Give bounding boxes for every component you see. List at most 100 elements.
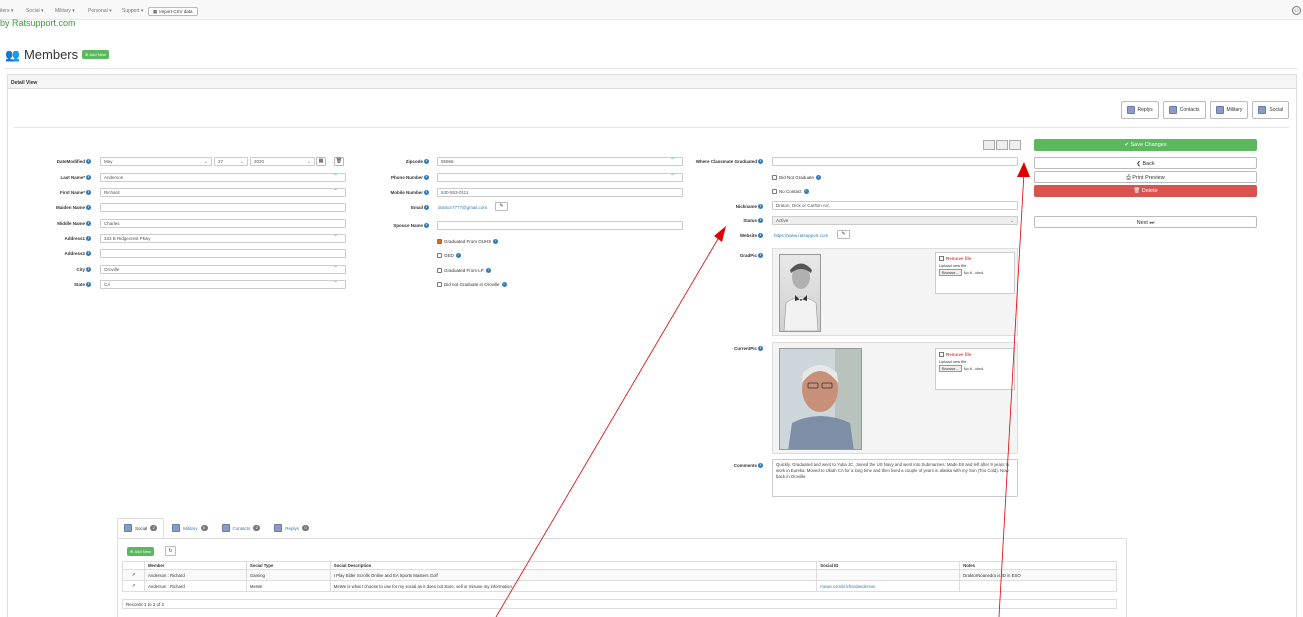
column-header-social-description[interactable]: Social Description <box>329 561 818 570</box>
print-preview-button[interactable]: ⎙ Print Preview <box>1034 171 1257 183</box>
info-icon: i <box>424 190 429 196</box>
graduated-ouhs-checkbox[interactable]: Graduated From OUHS i <box>437 239 499 244</box>
first-name-label: First Name* i <box>20 190 91 196</box>
info-icon: i <box>758 463 763 469</box>
middle-name-input[interactable]: Charles <box>100 219 346 228</box>
no-file-label: No fi...cted. <box>963 366 984 371</box>
back-button[interactable]: ❮ Back <box>1034 157 1257 169</box>
where-graduated-input[interactable] <box>772 157 1018 166</box>
tab-replys[interactable]: Replys 0 <box>268 518 315 538</box>
count-badge: 2 <box>150 525 158 531</box>
layout-two-column-icon[interactable] <box>996 140 1008 150</box>
info-icon: i <box>816 175 822 180</box>
social-label: Social <box>1269 107 1283 113</box>
address2-input[interactable] <box>100 249 346 258</box>
checkbox-icon <box>772 175 777 180</box>
column-header-social-id[interactable]: Social ID <box>816 561 961 570</box>
year-select[interactable]: 2020 ⌄ <box>250 157 315 166</box>
address1-input[interactable]: 333 B Ridgecrest Pkwy ⌃ <box>100 234 346 243</box>
tab-contacts[interactable]: Contacts 2 <box>216 518 267 538</box>
nav-menu-military[interactable]: Military ▾ <box>55 8 75 14</box>
check-icon: ✔ <box>1124 142 1129 148</box>
replys-label: Replys <box>1137 107 1153 113</box>
open-record-icon[interactable]: ↗ <box>122 569 145 581</box>
column-header-member[interactable]: Member <box>143 561 247 570</box>
edit-email-button[interactable]: ✎ <box>495 202 508 211</box>
notes-cell: DraktorNoanedra is ID in ESO <box>959 569 1117 581</box>
state-label: State i <box>20 282 91 288</box>
spouse-label: Spouce Name i <box>340 223 429 229</box>
social-id-link[interactable]: mewe.com/i/richardanderson <box>816 580 961 592</box>
mobile-label: Mobile Number i <box>340 190 429 196</box>
day-select[interactable]: 27 ⌄ <box>214 157 248 166</box>
phone-input[interactable]: ⌃ <box>437 173 683 182</box>
city-input[interactable]: Oroville ⌃ <box>100 265 346 274</box>
book-icon <box>221 524 230 532</box>
month-select[interactable]: May ⌄ <box>100 157 212 166</box>
did-not-graduate-checkbox[interactable]: Did Not Graduate i <box>772 175 822 180</box>
current-photo <box>779 348 862 450</box>
column-header-notes[interactable]: Notes <box>959 561 1117 570</box>
contacts-button[interactable]: Contacts <box>1162 101 1206 119</box>
column-header-social-type[interactable]: Social Type <box>245 561 331 570</box>
nickname-input[interactable]: Draton, Dick or Carlton Arc <box>772 201 1018 210</box>
ged-checkbox[interactable]: GED i <box>437 253 461 258</box>
comments-textarea[interactable]: Quickly. Graduated and went to Yuba JC. … <box>772 459 1018 497</box>
trash-icon: 🗑 <box>1133 188 1141 194</box>
maiden-name-input[interactable] <box>100 203 346 212</box>
layout-three-column-icon[interactable] <box>1009 140 1021 150</box>
social-button[interactable]: Social <box>1252 101 1289 119</box>
state-input[interactable]: CA ⌃ <box>100 280 346 289</box>
site-link[interactable]: by Ratsupport.com <box>0 18 76 28</box>
email-link[interactable]: dratsor7777@gmail.com <box>438 205 487 210</box>
open-record-icon[interactable]: ↗ <box>122 580 145 592</box>
calendar-button[interactable]: ▦ <box>316 157 326 166</box>
zipcode-input[interactable]: 95966 ⌃ <box>437 157 683 166</box>
status-select[interactable]: Active ⌄ <box>772 216 1018 225</box>
layout-one-column-icon[interactable] <box>983 140 995 150</box>
remove-currentpic-checkbox[interactable]: Remove file <box>939 352 1011 357</box>
graduated-lp-checkbox[interactable]: Graduated From LP i <box>437 268 491 273</box>
add-new-member-button[interactable]: ⊕ Add New <box>82 50 109 59</box>
add-social-button[interactable]: ⊕ Add New <box>127 547 154 556</box>
browse-gradpic-button[interactable]: Browse... <box>939 269 962 276</box>
delete-button[interactable]: 🗑 Delete <box>1034 185 1257 197</box>
import-csv-button[interactable]: ▦ Import CSV data <box>148 7 198 16</box>
gradpic-label: GradPic i <box>660 253 763 259</box>
remove-gradpic-checkbox[interactable]: Remove file <box>939 256 1011 261</box>
next-button[interactable]: Next ⏭ <box>1034 216 1257 228</box>
plus-icon: ⊕ <box>85 52 89 57</box>
column-header <box>122 561 145 570</box>
plus-icon: ⊕ <box>130 549 134 554</box>
tab-social[interactable]: Social 2 <box>117 518 165 538</box>
info-icon: i <box>758 346 763 352</box>
member-cell: Anderson : Richard <box>143 569 247 581</box>
refresh-button[interactable]: ↻ <box>165 546 176 556</box>
last-name-input[interactable]: Anderson ⌃ <box>100 173 346 182</box>
import-csv-label: Import CSV data <box>159 9 193 14</box>
mobile-input[interactable]: 530-553-0111 <box>437 188 683 197</box>
pencil-icon: ✎ <box>499 203 504 209</box>
nav-menu-personal[interactable]: Personal ▾ <box>88 8 112 14</box>
checkbox-icon <box>437 253 442 258</box>
no-contact-checkbox[interactable]: No Contact i <box>772 189 809 194</box>
address1-label: Address1 i <box>20 236 91 242</box>
military-button[interactable]: Military <box>1209 101 1249 119</box>
not-graduate-oroville-checkbox[interactable]: Did not Graduate in Oroville i <box>437 282 507 287</box>
edit-website-button[interactable]: ✎ <box>837 230 850 239</box>
user-icon[interactable]: ⚇ <box>1292 6 1301 15</box>
nav-menu-iters[interactable]: iters ▾ <box>0 8 13 14</box>
nav-menu-social[interactable]: Social ▾ <box>26 8 44 14</box>
info-icon: i <box>455 253 461 258</box>
website-link[interactable]: https://www.ratsupport.com <box>774 233 828 238</box>
info-icon: i <box>424 159 429 165</box>
spouse-input[interactable] <box>437 221 683 230</box>
first-name-input[interactable]: Richard ⌃ <box>100 188 346 197</box>
tab-military[interactable]: Military 0 <box>166 518 213 538</box>
nav-menu-support[interactable]: Support ▾ <box>122 8 143 14</box>
add-new-label: Add New <box>89 52 106 57</box>
replys-button[interactable]: Replys <box>1120 101 1159 119</box>
count-badge: 2 <box>253 525 261 531</box>
save-changes-button[interactable]: ✔ Save Changes <box>1034 139 1257 151</box>
browse-currentpic-button[interactable]: Browse... <box>939 365 962 372</box>
